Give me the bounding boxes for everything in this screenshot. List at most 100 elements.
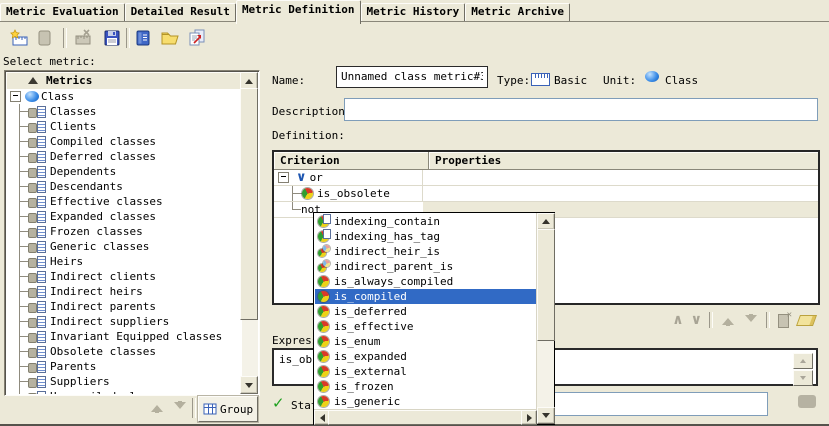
description-field[interactable]: [344, 98, 818, 121]
metric-icon: [28, 225, 46, 238]
tree-item[interactable]: Heirs: [6, 254, 242, 269]
tree-item[interactable]: Obsolete classes: [6, 344, 242, 359]
definition-label: Definition:: [272, 129, 345, 142]
eraser-icon[interactable]: [796, 315, 817, 326]
criterion-option[interactable]: is_generic: [315, 394, 537, 409]
scroll-down-button[interactable]: [793, 370, 813, 386]
tree-item[interactable]: Invariant Equipped classes: [6, 329, 242, 344]
tree-item[interactable]: Frozen classes: [6, 224, 242, 239]
scroll-up-button[interactable]: [537, 213, 555, 230]
tree-line: [19, 389, 28, 394]
group-toggle-button[interactable]: Group: [198, 396, 258, 422]
triangle-up-icon: [245, 75, 253, 84]
tab[interactable]: Metric History: [361, 3, 466, 22]
tree-item-label: Dependents: [50, 165, 116, 178]
tree-header-label: Metrics: [46, 74, 92, 87]
export-metrics-icon[interactable]: [186, 27, 208, 49]
criterion-option[interactable]: indirect_heir_is: [315, 244, 537, 259]
and-operator-icon[interactable]: ∧: [672, 311, 683, 329]
comment-bubble-icon[interactable]: [798, 395, 816, 408]
type-value: Basic: [554, 74, 587, 87]
tree-item[interactable]: Indirect suppliers: [6, 314, 242, 329]
tab[interactable]: Detailed Result: [125, 3, 236, 22]
copy-metric-icon[interactable]: [33, 27, 55, 49]
tree-item[interactable]: Generic classes: [6, 239, 242, 254]
criterion-option[interactable]: indexing_contain: [315, 214, 537, 229]
tree-item[interactable]: Expanded classes: [6, 209, 242, 224]
metric-icon: [28, 285, 46, 298]
new-metric-icon[interactable]: [8, 27, 30, 49]
criterion-option[interactable]: indexing_has_tag: [315, 229, 537, 244]
tab[interactable]: Metric Definition: [236, 0, 361, 24]
criterion-option[interactable]: is_effective: [315, 319, 537, 334]
scroll-down-button[interactable]: [240, 376, 258, 394]
tree-item-label: Heirs: [50, 255, 83, 268]
scroll-right-button[interactable]: [521, 410, 537, 425]
criterion-option[interactable]: indirect_parent_is: [315, 259, 537, 274]
open-metric-definition-icon[interactable]: [132, 27, 154, 49]
tree-item[interactable]: Deferred classes: [6, 149, 242, 164]
tree-item[interactable]: Indirect clients: [6, 269, 242, 284]
collapse-toggle-icon[interactable]: [278, 172, 289, 183]
tree-item[interactable]: Suppliers: [6, 374, 242, 389]
tab[interactable]: Metric Evaluation: [0, 3, 125, 22]
tree-column-header[interactable]: Metrics: [6, 72, 242, 90]
description-input[interactable]: [349, 102, 813, 115]
definition-row-is-obsolete[interactable]: is_obsolete: [274, 186, 818, 202]
metric-icon: [28, 315, 46, 328]
scroll-down-button[interactable]: [537, 407, 555, 424]
tab[interactable]: Metric Archive: [465, 3, 570, 22]
triangle-up-icon: [800, 356, 806, 363]
criterion-dropdown: indexing_contain indexing_has_tag indire…: [313, 212, 555, 425]
collapse-toggle-icon[interactable]: [10, 91, 21, 102]
tree-item[interactable]: Parents: [6, 359, 242, 374]
class-unit-icon: [645, 71, 659, 82]
move-down-button[interactable]: [172, 399, 188, 415]
tree-item[interactable]: Dependents: [6, 164, 242, 179]
tree-item[interactable]: Indirect parents: [6, 299, 242, 314]
tree-item[interactable]: Descendants: [6, 179, 242, 194]
scroll-up-button[interactable]: [793, 353, 813, 369]
criterion-option-label: indirect_heir_is: [334, 245, 440, 258]
scrollbar-thumb[interactable]: [328, 410, 523, 425]
metric-icon: [28, 150, 46, 163]
scrollbar-thumb[interactable]: [240, 88, 258, 320]
name-input[interactable]: [341, 70, 483, 83]
criterion-option[interactable]: is_expanded: [315, 349, 537, 364]
tree-item[interactable]: Clients: [6, 119, 242, 134]
tree-line: [19, 179, 28, 194]
move-down-button[interactable]: [743, 312, 759, 328]
criterion-option[interactable]: is_external: [315, 364, 537, 379]
name-field[interactable]: [336, 66, 488, 88]
tree-root-row[interactable]: Class: [6, 89, 242, 104]
import-metrics-icon[interactable]: [159, 27, 181, 49]
move-up-button[interactable]: [149, 399, 165, 415]
tree-item[interactable]: Effective classes: [6, 194, 242, 209]
criterion-column-header[interactable]: Criterion: [274, 152, 429, 169]
properties-column-header[interactable]: Properties: [429, 152, 818, 169]
tree-item[interactable]: Classes: [6, 104, 242, 119]
definition-row-or[interactable]: ∨ or: [274, 170, 818, 186]
move-up-button[interactable]: [720, 312, 736, 328]
triangle-right-icon: [527, 414, 536, 422]
dropdown-horizontal-scrollbar[interactable]: [314, 409, 537, 424]
criterion-option[interactable]: is_deferred: [315, 304, 537, 319]
tree-item[interactable]: Compiled classes: [6, 134, 242, 149]
criterion-option[interactable]: is_enum: [315, 334, 537, 349]
delete-criterion-icon[interactable]: [777, 313, 791, 327]
tree-line: [19, 359, 28, 374]
criterion-option[interactable]: is_compiled: [315, 289, 537, 304]
delete-metric-icon[interactable]: [72, 27, 94, 49]
or-operator-icon[interactable]: ∨: [691, 311, 702, 329]
criterion-option-label: is_always_compiled: [334, 275, 453, 288]
save-metric-icon[interactable]: [101, 27, 123, 49]
dropdown-vertical-scrollbar[interactable]: [536, 213, 554, 424]
criterion-option[interactable]: is_frozen: [315, 379, 537, 394]
criterion-option[interactable]: is_always_compiled: [315, 274, 537, 289]
tree-item[interactable]: Indirect heirs: [6, 284, 242, 299]
tree-item-clipped[interactable]: Uncompiled classes: [6, 389, 242, 394]
triangle-left-icon: [316, 414, 325, 422]
separator: [709, 312, 713, 328]
scrollbar-thumb[interactable]: [537, 229, 555, 341]
criterion-kind-icon: [318, 366, 329, 377]
